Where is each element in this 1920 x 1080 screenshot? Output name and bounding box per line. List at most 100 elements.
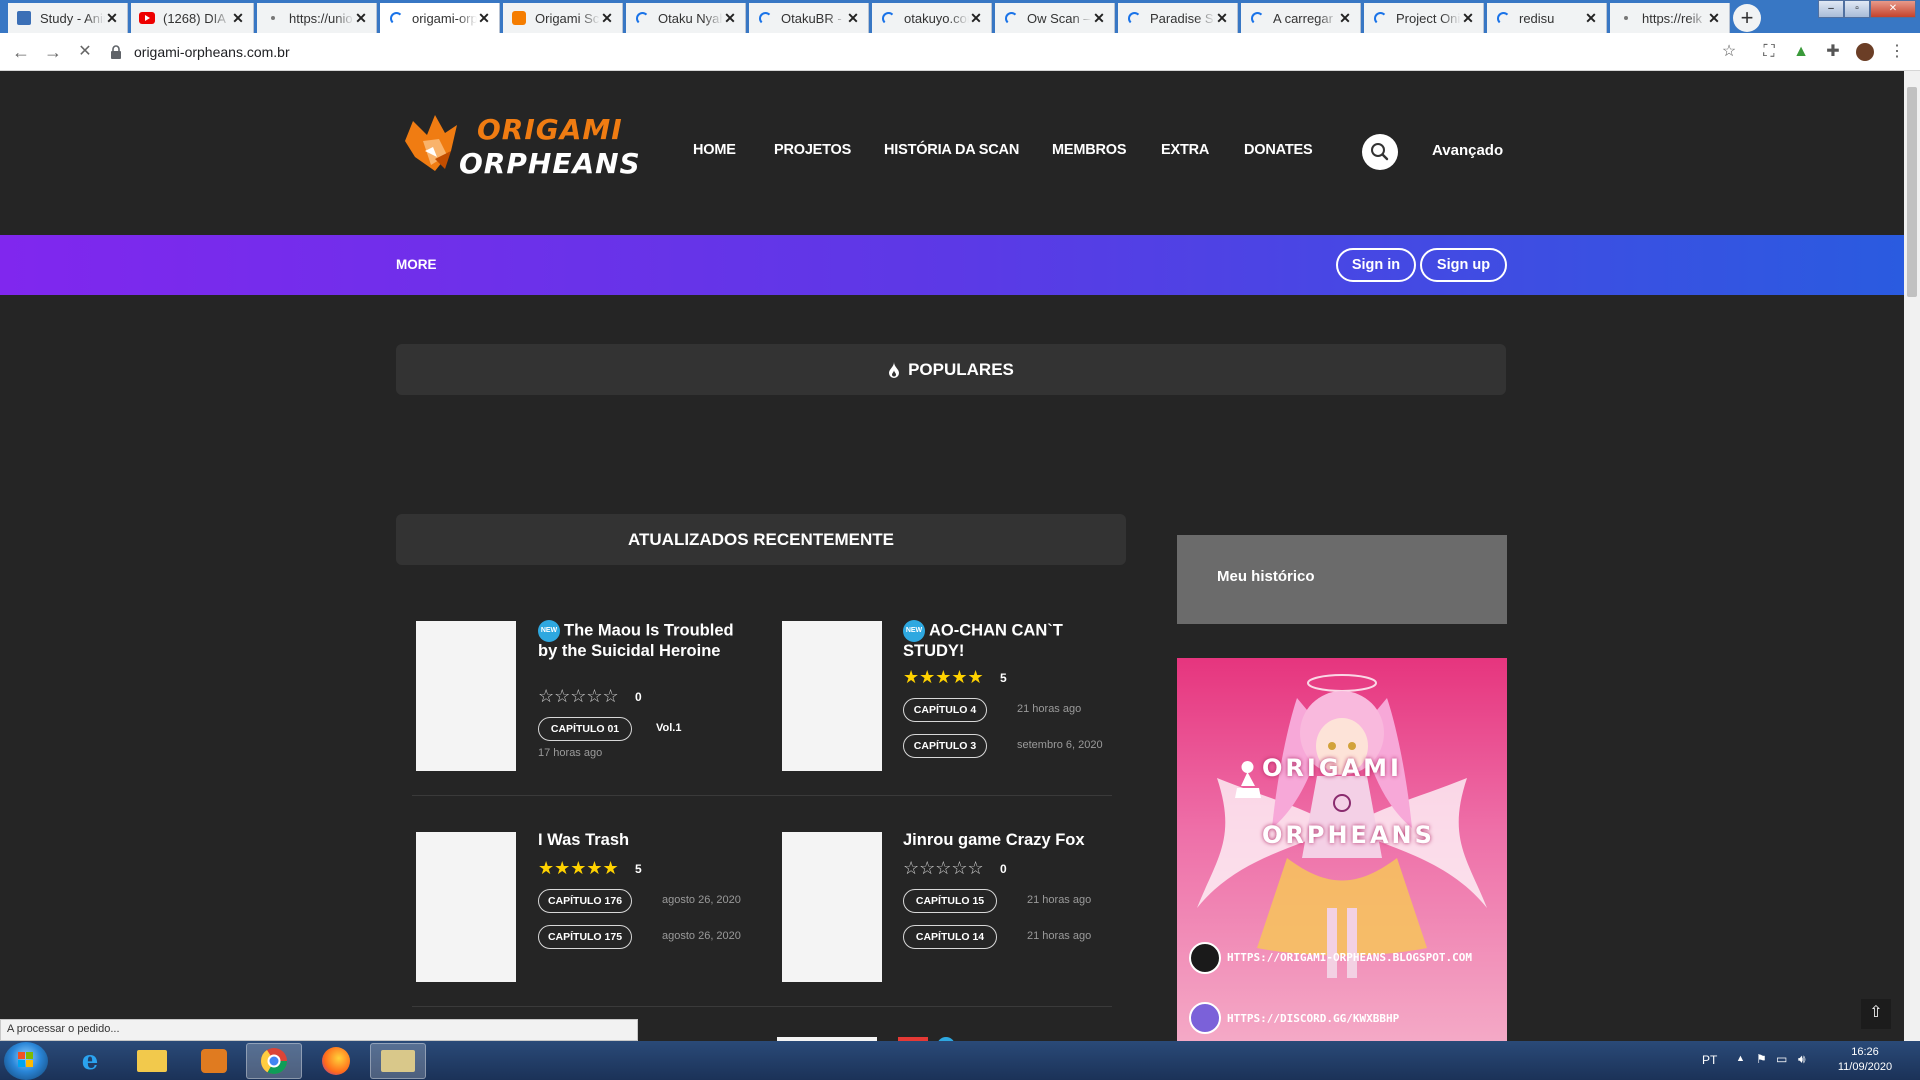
firefox-icon[interactable] [308,1043,364,1079]
browser-tab[interactable]: origami-orpheans✕ [380,3,500,33]
action-center-flag-icon[interactable]: ⚑ [1756,1052,1767,1066]
extensions-puzzle-icon[interactable]: ✚ [1823,42,1843,62]
chapter-button[interactable]: CAPÍTULO 176 [538,889,632,913]
extension-arrow-icon[interactable]: ▲ [1791,42,1811,62]
sign-in-button[interactable]: Sign in [1336,248,1416,282]
tab-close-icon[interactable]: ✕ [477,10,491,27]
tab-close-icon[interactable]: ✕ [105,10,119,27]
tab-close-icon[interactable]: ✕ [723,10,737,27]
browser-tab[interactable]: A carregar ✕ [1241,3,1361,33]
url-field[interactable]: origami-orpheans.com.br [110,41,290,63]
new-tab-button[interactable]: + [1733,4,1761,32]
rating-stars[interactable]: ★★★★★ [538,858,619,879]
forward-button[interactable]: → [40,39,66,65]
back-to-top-button[interactable]: ⇧ [1861,999,1891,1029]
manga-title-text: AO-CHAN CAN`T STUDY! [903,621,1063,660]
browser-menu-icon[interactable]: ⋮ [1887,42,1907,62]
browser-tab[interactable]: Paradise Scan✕ [1118,3,1238,33]
sign-up-button[interactable]: Sign up [1420,248,1507,282]
tab-close-icon[interactable]: ✕ [1338,10,1352,27]
rating-stars[interactable]: ☆☆☆☆☆ [538,686,619,707]
browser-tab[interactable]: Project Oni ✕ [1364,3,1484,33]
start-button[interactable] [4,1042,48,1080]
promo-banner[interactable]: ORIGAMI ORPHEANS HTTPS://ORIGAMI-ORPHEAN… [1177,658,1507,1041]
tab-close-icon[interactable]: ✕ [1092,10,1106,27]
site-logo[interactable]: ORIGAMI ORPHEANS [405,111,640,181]
taskbar-clock[interactable]: 16:26 11/09/2020 [1830,1045,1900,1075]
page-scrollbar[interactable] [1904,71,1920,1041]
manga-title[interactable]: Jinrou game Crazy Fox [903,831,1113,850]
browser-tab[interactable]: Study - Anime✕ [8,3,128,33]
discord-icon [1189,1002,1221,1034]
browser-tab[interactable]: Ow Scan – ✕ [995,3,1115,33]
manga-title[interactable]: NEW AO-CHAN CAN`T STUDY! [903,620,1113,661]
chapter-button[interactable]: CAPÍTULO 01 [538,717,632,741]
browser-tab[interactable]: https://reik ✕ [1610,3,1730,33]
back-button[interactable]: ← [8,39,34,65]
network-icon[interactable]: ▭ [1776,1052,1787,1066]
rating-stars[interactable]: ☆☆☆☆☆ [903,858,984,879]
stop-loading-button[interactable]: ✕ [72,39,98,65]
screen-capture-icon[interactable]: ⛶ [1759,42,1779,62]
manga-cover[interactable] [782,832,882,982]
window-close-button[interactable]: ✕ [1870,0,1916,18]
maximize-button[interactable]: ▫ [1844,0,1870,18]
tab-close-icon[interactable]: ✕ [969,10,983,27]
chapter-date: agosto 26, 2020 [662,930,741,942]
file-explorer-icon[interactable] [124,1043,180,1079]
browser-tab[interactable]: https://unio ✕ [257,3,377,33]
nav-extra[interactable]: EXTRA [1161,142,1209,158]
manga-cover[interactable] [416,832,516,982]
internet-explorer-icon[interactable]: e [62,1043,118,1079]
banner-blog-link[interactable]: HTTPS://ORIGAMI-ORPHEANS.BLOGSPOT.COM [1227,951,1472,964]
advanced-search-link[interactable]: Avançado [1432,142,1503,159]
nav-donates[interactable]: DONATES [1244,142,1313,158]
logo-text-origami: ORIGAMI [477,113,623,146]
manga-cover[interactable] [416,621,516,771]
tab-close-icon[interactable]: ✕ [1707,10,1721,27]
banner-discord-link[interactable]: HTTPS://DISCORD.GG/KWXBBHP [1227,1012,1399,1025]
rating-stars[interactable]: ★★★★★ [903,667,984,688]
browser-tab[interactable]: redisu ✕ [1487,3,1607,33]
chrome-taskbar-icon[interactable] [246,1043,302,1079]
media-player-icon[interactable] [186,1043,242,1079]
site-header: ORIGAMI ORPHEANS HOME PROJETOS HISTÓRIA … [0,71,1904,235]
tab-title: OtakuBR - [781,10,842,26]
tab-close-icon[interactable]: ✕ [354,10,368,27]
manga-title[interactable]: NEW The Maou Is Troubled by the Suicidal … [538,620,748,661]
manga-cover[interactable] [782,621,882,771]
tab-close-icon[interactable]: ✕ [231,10,245,27]
chapter-button[interactable]: CAPÍTULO 175 [538,925,632,949]
nav-home[interactable]: HOME [693,142,736,158]
browser-tab[interactable]: otakuyo.com✕ [872,3,992,33]
tab-close-icon[interactable]: ✕ [1461,10,1475,27]
browser-tab[interactable]: Otaku Nyah ✕ [626,3,746,33]
nav-historia[interactable]: HISTÓRIA DA SCAN [884,142,1019,158]
browser-tab[interactable]: OtakuBR - ✕ [749,3,869,33]
bookmark-star-icon[interactable]: ☆ [1719,42,1739,62]
chapter-button[interactable]: CAPÍTULO 3 [903,734,987,758]
browser-tab[interactable]: (1268) DIA ✕ [131,3,254,33]
chapter-button[interactable]: CAPÍTULO 15 [903,889,997,913]
tab-close-icon[interactable]: ✕ [1584,10,1598,27]
tray-expand-icon[interactable]: ▲ [1736,1053,1745,1063]
manga-title[interactable]: I Was Trash [538,831,748,850]
tab-close-icon[interactable]: ✕ [1215,10,1229,27]
chrome-icon [260,1048,288,1075]
minimize-button[interactable]: – [1818,0,1844,18]
app-window-icon[interactable] [370,1043,426,1079]
profile-avatar[interactable] [1855,42,1875,62]
browser-tab[interactable]: Origami Scan✕ [503,3,623,33]
tab-close-icon[interactable]: ✕ [600,10,614,27]
chapter-button[interactable]: CAPÍTULO 4 [903,698,987,722]
nav-membros[interactable]: MEMBROS [1052,142,1127,158]
tab-close-icon[interactable]: ✕ [846,10,860,27]
scrollbar-thumb[interactable] [1907,87,1917,297]
search-button[interactable] [1362,134,1398,170]
language-indicator[interactable]: PT [1702,1053,1717,1067]
more-menu[interactable]: MORE [396,257,437,272]
chapter-button[interactable]: CAPÍTULO 14 [903,925,997,949]
history-widget[interactable]: Meu histórico [1177,535,1507,624]
nav-projetos[interactable]: PROJETOS [774,142,851,158]
volume-icon[interactable]: 🔊︎ [1798,1052,1806,1067]
